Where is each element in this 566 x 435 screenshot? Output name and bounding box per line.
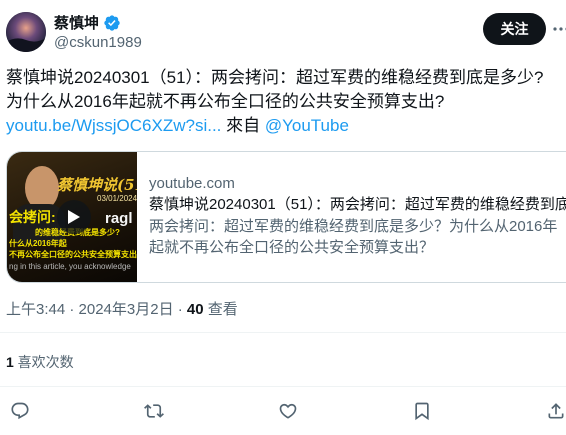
thumbnail-subtitle-4: ng in this article, you acknowledge	[9, 262, 131, 271]
retweet-icon[interactable]	[143, 400, 165, 422]
thumbnail-subtitle-2: 什么从2016年起	[9, 239, 67, 248]
likes-stat[interactable]: 1 喜欢次数	[6, 352, 74, 372]
tweet-line-1: 蔡慎坤说20240301（51）：两会拷问：超过军费的维稳经费到底是多少?	[6, 68, 544, 87]
like-icon[interactable]	[277, 400, 299, 422]
youtube-mention[interactable]: @YouTube	[265, 116, 349, 135]
avatar[interactable]	[6, 12, 46, 52]
author-display-name[interactable]: 蔡慎坤	[54, 12, 99, 33]
thumbnail-rag-text: ragl	[105, 210, 133, 227]
via-text: 來自	[221, 116, 265, 135]
author-name-row: 蔡慎坤	[54, 12, 121, 33]
bookmark-icon[interactable]	[411, 400, 433, 422]
link-preview-card[interactable]: 蔡慎坤说(51 03/01/2024 ragl 会拷问: 的维稳经费到底是多少?…	[6, 151, 566, 283]
divider	[0, 332, 566, 333]
tweet-line-3: youtu.be/WjssjOC6XZw?si... 來自 @YouTube	[6, 114, 562, 138]
thumbnail-title: 蔡慎坤说(51	[57, 176, 137, 194]
verified-badge-icon	[103, 14, 121, 32]
tweet-link[interactable]: youtu.be/WjssjOC6XZw?si...	[6, 116, 221, 135]
tweet-meta: 上午3:44 · 2024年3月2日 · 40 查看	[6, 298, 238, 319]
views-label: 查看	[203, 301, 238, 318]
timestamp[interactable]: 上午3:44 · 2024年3月2日 ·	[6, 301, 187, 318]
video-thumbnail[interactable]: 蔡慎坤说(51 03/01/2024 ragl 会拷问: 的维稳经费到底是多少?…	[7, 152, 137, 282]
likes-count: 1	[6, 354, 14, 370]
thumbnail-subtitle-3: 不再公布全口径的公共安全预算支出	[9, 250, 137, 259]
views-count: 40	[186, 301, 204, 318]
card-domain: youtube.com	[149, 175, 235, 192]
thumbnail-date: 03/01/2024	[97, 194, 137, 203]
reply-icon[interactable]	[9, 400, 31, 422]
follow-button[interactable]: 关注	[483, 13, 546, 45]
play-icon[interactable]	[57, 200, 91, 234]
thumbnail-question: 会拷问:	[9, 209, 56, 225]
card-description: 两会拷问：超过军费的维稳经费到底是多少？为什么从2016年起就不再公布全口径的公…	[149, 218, 558, 256]
card-text: youtube.com 蔡慎坤说20240301（51）：两会拷问：超过军费的维…	[149, 174, 566, 258]
divider	[0, 386, 566, 387]
more-icon[interactable]	[551, 17, 566, 41]
tweet-line-2: 为什么从2016年起就不再公布全口径的公共安全预算支出?	[6, 92, 445, 111]
tweet-text: 蔡慎坤说20240301（51）：两会拷问：超过军费的维稳经费到底是多少? 为什…	[6, 66, 562, 138]
likes-label: 喜欢次数	[13, 354, 74, 370]
author-handle[interactable]: @cskun1989	[54, 34, 142, 51]
share-icon[interactable]	[545, 400, 566, 422]
card-title: 蔡慎坤说20240301（51）：两会拷问：超过军费的维稳经费到底	[149, 196, 566, 213]
